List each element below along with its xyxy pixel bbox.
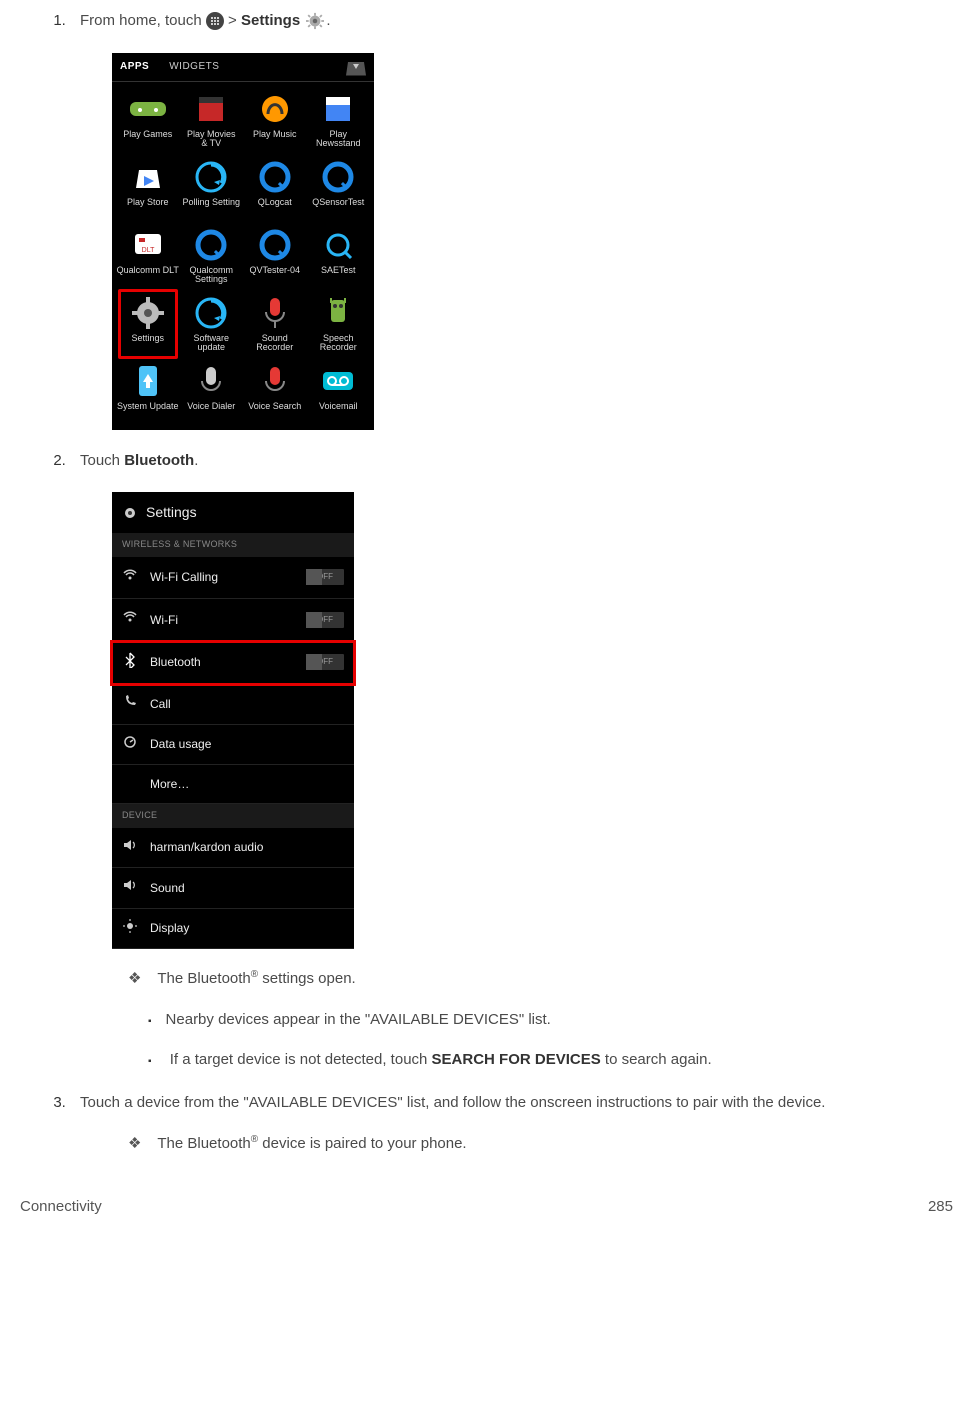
step1-suffix: . [326,12,330,29]
bullet-paired: The Bluetooth® device is paired to your … [128,1132,953,1156]
step2-prefix: Touch [80,452,124,469]
step1-gt: > [224,12,241,29]
footer-section: Connectivity [20,1196,102,1219]
toggle-off[interactable]: OFF [306,569,344,585]
tab-widgets[interactable]: WIDGETS [169,59,219,74]
section-wireless: WIRELESS & NETWORKS [112,533,354,557]
tab-apps[interactable]: APPS [120,59,149,74]
apps-tab-bar: APPS WIDGETS [112,53,374,82]
app-qlogcat[interactable]: QLogcat [243,158,307,218]
setting-bluetooth[interactable]: BluetoothOFF [112,642,354,685]
row-icon [122,878,138,898]
app-voice-dialer[interactable]: Voice Dialer [180,362,244,422]
step2-suffix: . [194,452,198,469]
bullet-bt-open: The Bluetooth® settings open. [128,967,953,991]
step-2: Touch Bluetooth. Settings WIRELESS & NET… [70,450,953,1072]
app-qvtester-04[interactable]: QVTester-04 [243,226,307,286]
step1-settings-word: Settings [241,12,300,29]
row-icon [122,919,138,939]
app-voice-search[interactable]: Voice Search [243,362,307,422]
toggle-off[interactable]: OFF [306,654,344,670]
shop-icon[interactable] [346,58,366,76]
app-qsensortest[interactable]: QSensorTest [307,158,371,218]
step-1: From home, touch > Settings . APPS WIDGE… [70,10,953,430]
app-settings[interactable]: Settings [118,289,178,359]
settings-header: Settings [112,492,354,533]
setting-harman-kardon-audio[interactable]: harman/kardon audio [112,828,354,869]
step-3: Touch a device from the "AVAILABLE DEVIC… [70,1092,953,1156]
app-speech-recorder[interactable]: Speech Recorder [307,294,371,354]
bullet-search: If a target device is not detected, touc… [148,1049,953,1072]
row-icon [122,735,138,755]
setting-sound[interactable]: Sound [112,868,354,909]
phone-apps-screenshot: APPS WIDGETS Play GamesPlay Movies& TVPl… [112,53,374,430]
section-device: DEVICE [112,804,354,828]
app-qualcomm-settings[interactable]: Qualcomm Settings [180,226,244,286]
page-footer: Connectivity 285 [20,1196,953,1219]
phone-settings-screenshot: Settings WIRELESS & NETWORKS Wi-Fi Calli… [112,492,354,949]
app-software-update[interactable]: Software update [180,294,244,354]
apps-icon [206,12,224,30]
setting-display[interactable]: Display [112,909,354,950]
app-play-newsstand[interactable]: Play Newsstand [307,90,371,150]
app-sound-recorder[interactable]: Sound Recorder [243,294,307,354]
app-play-movies-tv[interactable]: Play Movies& TV [180,90,244,150]
app-play-music[interactable]: Play Music [243,90,307,150]
settings-title: Settings [146,502,197,523]
setting-more-[interactable]: More… [112,765,354,804]
app-system-update[interactable]: System Update [116,362,180,422]
app-saetest[interactable]: SAETest [307,226,371,286]
gear-icon [122,505,138,521]
settings-gear-icon [304,12,326,30]
setting-call[interactable]: Call [112,684,354,725]
app-voicemail[interactable]: Voicemail [307,362,371,422]
setting-wi-fi-calling[interactable]: Wi-Fi CallingOFF [112,557,354,600]
svg-text:DLT: DLT [141,247,154,254]
app-play-store[interactable]: Play Store [116,158,180,218]
toggle-off[interactable]: OFF [306,612,344,628]
step1-prefix: From home, touch [80,12,206,29]
app-polling-setting[interactable]: Polling Setting [180,158,244,218]
app-play-games[interactable]: Play Games [116,90,180,150]
row-icon [122,609,138,631]
row-icon [122,694,138,714]
setting-data-usage[interactable]: Data usage [112,725,354,766]
row-icon [122,652,138,674]
row-icon [122,567,138,589]
step2-bold: Bluetooth [124,452,194,469]
app-qualcomm-dlt[interactable]: DLTQualcomm DLT [116,226,180,286]
footer-page: 285 [928,1196,953,1219]
bullet-nearby: Nearby devices appear in the "AVAILABLE … [148,1009,953,1032]
row-icon [122,838,138,858]
setting-wi-fi[interactable]: Wi-FiOFF [112,599,354,642]
